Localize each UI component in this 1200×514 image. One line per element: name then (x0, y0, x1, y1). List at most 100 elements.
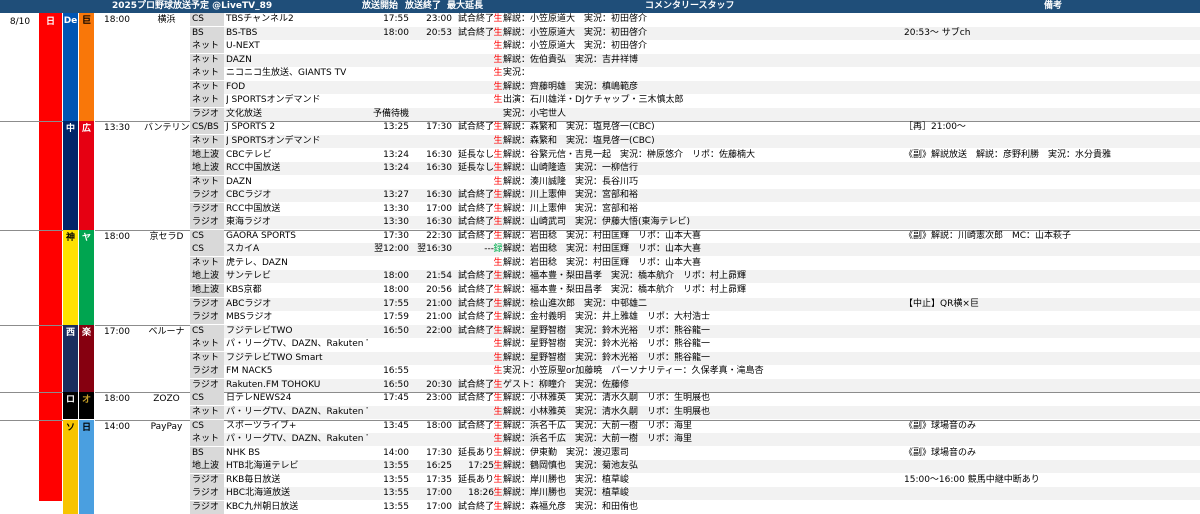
broadcast-type: CS (190, 325, 224, 338)
broadcast-type: ラジオ (190, 108, 224, 121)
broadcast-row: ネットパ・リーグTV、DAZN、Rakuten TV、ベースボールLIVE生解説… (190, 338, 1200, 351)
channel-name: J SPORTSオンデマンド (226, 135, 368, 148)
commentary-staff: 解説：谷繁元信・吉見一起 実況：榊原悠介 リポ：佐藤楠大 (503, 149, 903, 162)
commentary-staff: 解説：森福允彦 実況：和田侑也 (503, 501, 903, 514)
broadcast-type: 地上波 (190, 149, 224, 162)
commentary-staff: 解説：浜名千広 実況：大前一樹 リポ：海里 (503, 420, 903, 433)
away-team-badge: ヤ (79, 230, 95, 325)
broadcast-type: ラジオ (190, 298, 224, 311)
channel-name: パ・リーグTV、DAZN、Rakuten TV、ベースボールLIVE (226, 338, 368, 351)
broadcast-row: ネットフジテレビTWO Smart生解説：星野智樹 実況：鈴木光裕 リポ：熊谷龍… (190, 352, 1200, 365)
broadcast-type: ラジオ (190, 501, 224, 514)
max-extension: 試合終了 (444, 379, 494, 392)
col-end-header: 放送終了 (405, 1, 441, 12)
page-title: 2025プロ野球放送予定 @LiveTV_89 (112, 1, 272, 12)
start-time: 13:55 (353, 460, 409, 473)
broadcast-row: ラジオHBC北海道放送13:5517:0018:26生解説：岸川勝也 実況：植草… (190, 487, 1200, 500)
max-extension: 試合終了 (444, 270, 494, 283)
broadcast-type: ネット (190, 40, 224, 53)
max-extension: 試合終了 (444, 230, 494, 243)
col-note-header: 備考 (1044, 1, 1062, 12)
broadcast-type: BS (190, 447, 224, 460)
broadcast-row: 地上波RCC中国放送13:2416:30延長なし生解説：山崎隆造 実況：一柳信行 (190, 162, 1200, 175)
broadcast-row: 地上波HTB北海道テレビ13:5516:2517:25生解説：鶴岡慎也 実況：菊… (190, 460, 1200, 473)
channel-name: DAZN (226, 176, 368, 189)
broadcast-row: ネットパ・リーグTV、DAZN、Rakuten TV、ベースボールLIVE生解説… (190, 433, 1200, 446)
broadcast-type: ラジオ (190, 474, 224, 487)
remarks: 【中止】QR横×巨 (904, 298, 1200, 311)
start-time: 予備待機 (353, 108, 409, 121)
venue-name: ZOZO (144, 393, 189, 405)
channel-name: BS-TBS (226, 27, 368, 40)
max-extension: 17:25 (444, 460, 494, 473)
broadcast-type: CS (190, 392, 224, 405)
game-start-time: 18:00 (104, 393, 144, 405)
away-team-badge-label: オ (79, 392, 94, 407)
broadcast-row: ラジオMBSラジオ17:5921:00試合終了生解説：金村義明 実況：井上雅雄 … (190, 311, 1200, 324)
channel-name: TBSチャンネル2 (226, 13, 368, 26)
commentary-staff: 解説：湊川誠隆 実況：長谷川巧 (503, 176, 903, 189)
channel-name: MBSラジオ (226, 311, 368, 324)
channel-name: スポーツライブ+ (226, 420, 368, 433)
start-time: 17:45 (353, 392, 409, 405)
start-time: 16:50 (353, 379, 409, 392)
commentary-staff: 解説：山崎隆造 実況：一柳信行 (503, 162, 903, 175)
home-team-badge: ソ (63, 420, 79, 514)
broadcast-type: ネット (190, 176, 224, 189)
broadcast-type: ラジオ (190, 487, 224, 500)
col-start-header: 放送開始 (362, 1, 398, 12)
max-extension: 試合終了 (444, 27, 494, 40)
col-ext-header: 最大延長 (447, 1, 483, 12)
max-extension: 試合終了 (444, 13, 494, 26)
away-team-badge-label: 巨 (79, 13, 94, 28)
commentary-staff: 解説：川上憲伸 実況：宮部和裕 (503, 203, 903, 216)
home-team-badge-label: De (63, 13, 78, 28)
broadcast-type: 地上波 (190, 270, 224, 283)
max-extension: 延長あり (444, 474, 494, 487)
broadcast-type: CS (190, 243, 224, 256)
broadcast-type: ラジオ (190, 379, 224, 392)
channel-name: 文化放送 (226, 108, 368, 121)
commentary-staff: 解説：川上憲伸 実況：宮部和裕 (503, 189, 903, 202)
broadcast-type: BS (190, 27, 224, 40)
broadcast-row: CSTBSチャンネル217:5523:00試合終了生解説：小笠原道大 実況：初田… (190, 13, 1200, 26)
channel-name: FM NACK5 (226, 365, 368, 378)
start-time: 16:55 (353, 365, 409, 378)
away-team-badge-label: 楽 (79, 325, 94, 340)
remarks: 《副》解説：川崎憲次郎 MC：山本萩子 (904, 230, 1200, 243)
commentary-staff: 解説：岸川勝也 実況：植草峻 (503, 487, 903, 500)
commentary-staff: 解説：山崎武司 実況：伊藤大悟(東海テレビ) (503, 216, 903, 229)
broadcast-type: 地上波 (190, 460, 224, 473)
commentary-staff: 解説：小笠原道大 実況：初田啓介 (503, 13, 903, 26)
home-team-badge-label: 西 (63, 325, 78, 340)
broadcast-row: ネットJ SPORTSオンデマンド生出演：石川雄洋・DJケチャップ・三木慎太郎 (190, 94, 1200, 107)
channel-name: パ・リーグTV、DAZN、Rakuten TV、ベースボールLIVE (226, 406, 368, 419)
away-team-badge: 巨 (79, 13, 95, 121)
commentary-staff: 解説：星野智樹 実況：鈴木光裕 リポ：熊谷龍一 (503, 338, 903, 351)
start-time: 17:59 (353, 311, 409, 324)
channel-name: HTB北海道テレビ (226, 460, 368, 473)
start-time: 18:00 (353, 27, 409, 40)
broadcast-row: 地上波サンテレビ18:0021:54試合終了生解説：福本豊・梨田昌孝 実況：橋本… (190, 270, 1200, 283)
max-extension: 延長なし (444, 162, 494, 175)
channel-name: CBCテレビ (226, 149, 368, 162)
max-extension: 試合終了 (444, 420, 494, 433)
commentary-staff: 解説：星野智樹 実況：鈴木光裕 リポ：熊谷龍一 (503, 352, 903, 365)
max-extension: 試合終了 (444, 325, 494, 338)
venue-name: ベルーナ (144, 326, 189, 338)
away-team-badge-label: ヤ (79, 230, 94, 245)
weekday-label: 日 (39, 13, 62, 29)
home-team-badge-label: ロ (63, 392, 78, 407)
broadcast-row: ネットJ SPORTSオンデマンド生解説：森繁和 実況：塩見啓一(CBC) (190, 135, 1200, 148)
home-team-badge-label: 中 (63, 121, 78, 136)
broadcast-row: ネット虎テレ、DAZN生解説：岩田稔 実況：村田匡輝 リポ：山本大喜 (190, 257, 1200, 270)
channel-name: KBS京都 (226, 284, 368, 297)
start-time: 13:30 (353, 203, 409, 216)
max-extension: 試合終了 (444, 284, 494, 297)
commentary-staff: 実況：小笠原聖or加藤暁 パーソナリティー：久保孝真・滝島杏 (503, 365, 903, 378)
broadcast-row: ラジオRKB毎日放送13:5517:35延長あり生解説：岸川勝也 実況：植草峻1… (190, 474, 1200, 487)
broadcast-type: CS (190, 420, 224, 433)
commentary-staff: 解説：齊藤明雄 実況：槙嶋範彦 (503, 81, 903, 94)
channel-name: フジテレビTWO Smart (226, 352, 368, 365)
remarks: 20:53～ サブch (904, 27, 1200, 40)
